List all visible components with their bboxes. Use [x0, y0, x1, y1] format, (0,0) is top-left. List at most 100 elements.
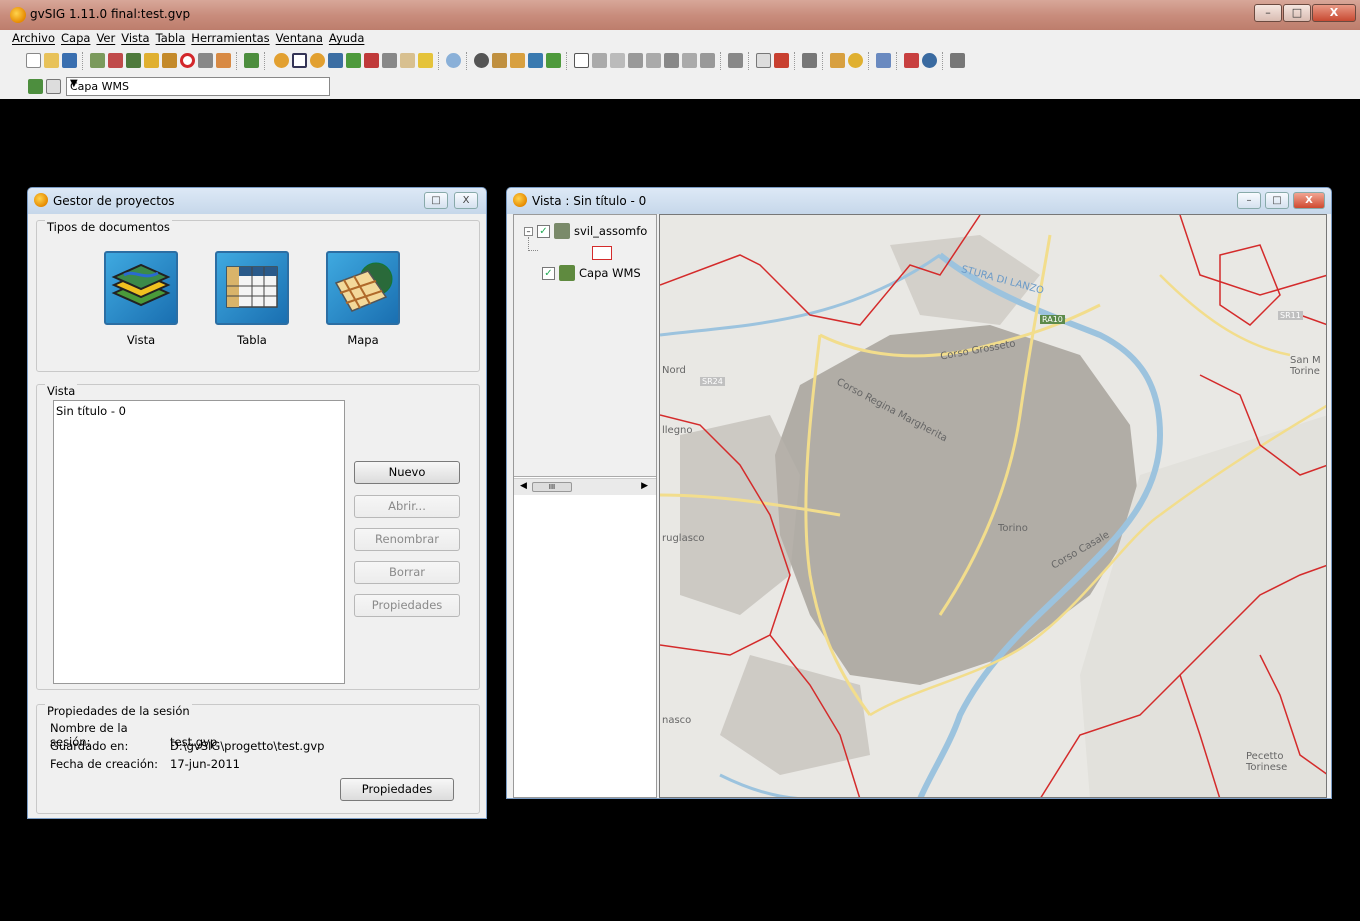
abrir-button[interactable]: Abrir...	[354, 495, 460, 518]
select-polygon-icon[interactable]	[628, 53, 643, 68]
menu-tabla[interactable]: Tabla	[156, 30, 190, 47]
view-titlebar[interactable]: Vista : Sin título - 0 – □ X	[507, 188, 1331, 214]
save-raster-icon[interactable]	[126, 53, 141, 68]
nuevo-button[interactable]: Nuevo	[354, 461, 460, 484]
layout-icon[interactable]	[876, 53, 891, 68]
add-layer-icon[interactable]	[90, 53, 105, 68]
add-event-layer-icon[interactable]	[108, 53, 123, 68]
project-manager-titlebar[interactable]: Gestor de proyectos □ X	[28, 188, 486, 214]
doc-type-mapa[interactable]: Mapa	[318, 251, 408, 347]
documents-list[interactable]: Sin título - 0	[53, 400, 345, 684]
info-balloon-icon[interactable]	[446, 53, 461, 68]
view-window: Vista : Sin título - 0 – □ X – ✓ svil_as…	[506, 187, 1332, 799]
comment-icon[interactable]	[728, 53, 743, 68]
main-toolbar	[0, 47, 1360, 75]
active-layer-select[interactable]: Capa WMS ▼	[66, 77, 330, 96]
select-rect-icon[interactable]	[610, 53, 625, 68]
layer-visibility-checkbox[interactable]: ✓	[542, 266, 555, 280]
close-frame-button[interactable]: X	[454, 192, 478, 209]
zoom-out-icon[interactable]	[310, 53, 325, 68]
hyperlink-icon[interactable]	[528, 53, 543, 68]
scroll-right-icon[interactable]: ▶	[641, 481, 648, 491]
full-extent-icon[interactable]	[328, 53, 343, 68]
mapa-doc-icon	[326, 251, 400, 325]
table-icon[interactable]	[756, 53, 771, 68]
scroll-left-icon[interactable]: ◀	[520, 481, 527, 491]
layers-icon[interactable]	[244, 53, 259, 68]
menu-ayuda[interactable]: Ayuda	[329, 30, 369, 47]
info-icon[interactable]	[474, 53, 489, 68]
layer-list-icon[interactable]	[46, 79, 61, 94]
measure-distance-icon[interactable]	[492, 53, 507, 68]
session-date-key: Fecha de creación:	[50, 757, 159, 771]
previous-extent-icon[interactable]	[382, 53, 397, 68]
locator-map-icon[interactable]	[418, 53, 433, 68]
zoom-in-icon[interactable]	[274, 53, 289, 68]
chevron-down-icon[interactable]: ▼	[70, 78, 325, 89]
toc-horizontal-scrollbar[interactable]: ◀ III ▶	[514, 478, 656, 495]
session-properties-button[interactable]: Propiedades	[340, 778, 454, 801]
select-point-icon[interactable]	[592, 53, 607, 68]
window-controls: – □ X	[1254, 4, 1356, 22]
georef-icon[interactable]	[144, 53, 159, 68]
menu-capa[interactable]: Capa	[61, 30, 94, 47]
wand-icon[interactable]	[802, 53, 817, 68]
map-label-torino: Torino	[998, 523, 1028, 534]
pan-hand-icon[interactable]	[400, 53, 415, 68]
session-saved-row: Guardado en: D:\gvSIG\progetto\test.gvp	[50, 739, 324, 753]
measure-area-icon[interactable]	[510, 53, 525, 68]
view-maximize-button[interactable]: □	[1265, 192, 1289, 209]
layer-visibility-checkbox[interactable]: ✓	[537, 224, 550, 238]
edit-icon[interactable]	[198, 53, 213, 68]
borrar-button[interactable]: Borrar	[354, 561, 460, 584]
maximize-button[interactable]: □	[1283, 4, 1311, 22]
zoom-window-icon[interactable]	[292, 53, 307, 68]
toc-layer-svil[interactable]: – ✓ svil_assomfo	[524, 223, 647, 239]
doc-type-vista[interactable]: Vista	[96, 251, 186, 347]
save-project-icon[interactable]	[62, 53, 77, 68]
scroll-thumb[interactable]: III	[532, 482, 572, 492]
map-canvas[interactable]: Torino Corso Grosseto Corso Regina Margh…	[659, 214, 1327, 798]
tools-icon[interactable]	[774, 53, 789, 68]
menu-archivo[interactable]: Archivo	[12, 30, 59, 47]
zoom-select-icon[interactable]	[346, 53, 361, 68]
layer-stack-icon[interactable]	[28, 79, 43, 94]
select-circle-icon[interactable]	[682, 53, 697, 68]
select-pointer-icon[interactable]	[574, 53, 589, 68]
list-item[interactable]: Sin título - 0	[54, 401, 344, 418]
menu-ventana[interactable]: Ventana	[276, 30, 327, 47]
zoom-layer-icon[interactable]	[364, 53, 379, 68]
new-project-icon[interactable]	[26, 53, 41, 68]
minimize-button[interactable]: –	[1254, 4, 1282, 22]
session-group-label: Propiedades de la sesión	[45, 704, 192, 718]
map-label-nord: Nord	[662, 365, 686, 376]
menu-vista[interactable]: Vista	[121, 30, 153, 47]
brush-icon[interactable]	[546, 53, 561, 68]
zoom-layout-icon[interactable]	[922, 53, 937, 68]
table-link-icon[interactable]	[216, 53, 231, 68]
locator-icon[interactable]	[162, 53, 177, 68]
renombrar-button[interactable]: Renombrar	[354, 528, 460, 551]
search-icon[interactable]	[848, 53, 863, 68]
clear-selection-icon[interactable]	[700, 53, 715, 68]
close-button[interactable]: X	[1312, 4, 1356, 22]
propiedades-doc-button[interactable]: Propiedades	[354, 594, 460, 617]
toc-layer-wms[interactable]: ✓ Capa WMS	[542, 265, 641, 281]
open-project-icon[interactable]	[44, 53, 59, 68]
select-by-attr-icon[interactable]	[646, 53, 661, 68]
toolbar-separator	[794, 52, 796, 70]
doc-type-tabla[interactable]: Tabla	[207, 251, 297, 347]
menu-bar: Archivo Capa Ver Vista Tabla Herramienta…	[0, 30, 1360, 47]
invert-selection-icon[interactable]	[664, 53, 679, 68]
binoculars-icon[interactable]	[830, 53, 845, 68]
view-close-button[interactable]: X	[1293, 192, 1325, 209]
console-icon[interactable]	[950, 53, 965, 68]
target-icon[interactable]	[180, 53, 195, 68]
frame-icon[interactable]	[904, 53, 919, 68]
collapse-icon[interactable]: –	[524, 226, 533, 236]
menu-ver[interactable]: Ver	[96, 30, 119, 47]
restore-button[interactable]: □	[424, 192, 448, 209]
view-minimize-button[interactable]: –	[1237, 192, 1261, 209]
menu-herramientas[interactable]: Herramientas	[191, 30, 273, 47]
doc-type-label: Tabla	[237, 333, 267, 347]
